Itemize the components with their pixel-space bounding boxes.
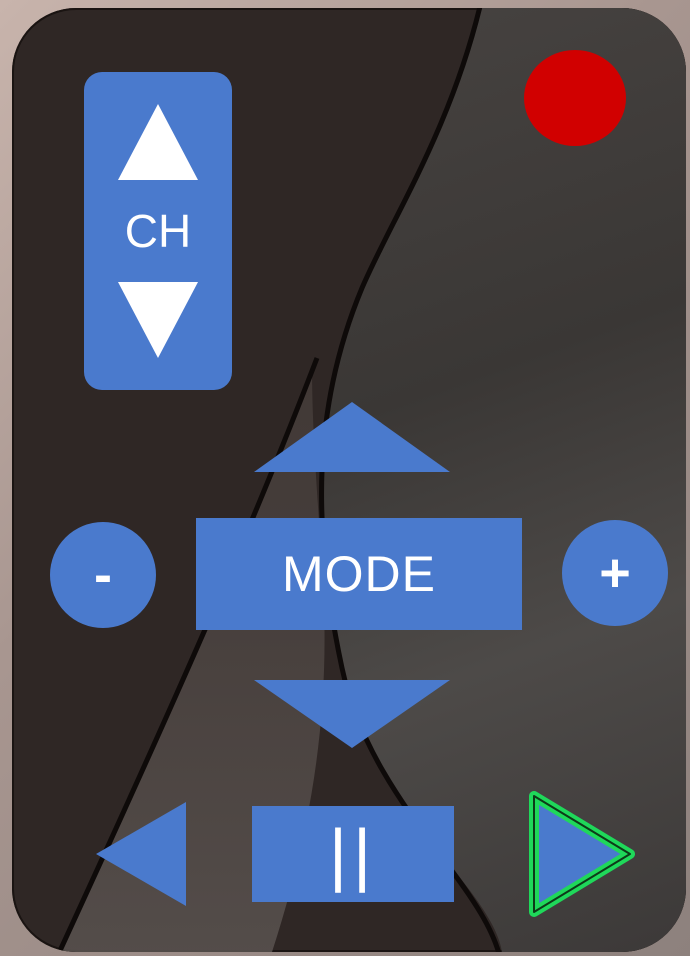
plus-button[interactable]: + [562, 520, 668, 626]
play-button[interactable] [514, 784, 644, 924]
mode-button[interactable]: MODE [196, 518, 522, 630]
remote-control: CH - MODE + || [12, 8, 686, 952]
channel-up-button[interactable] [118, 104, 198, 180]
pause-button[interactable]: || [252, 806, 454, 902]
record-button[interactable] [524, 50, 626, 146]
plus-label: + [599, 543, 631, 603]
mode-label: MODE [282, 546, 436, 602]
channel-down-button[interactable] [118, 282, 198, 358]
minus-button[interactable]: - [50, 522, 156, 628]
minus-label: - [94, 545, 112, 605]
rewind-button[interactable] [96, 802, 186, 906]
channel-control: CH [84, 72, 232, 390]
pause-label: || [328, 815, 378, 893]
channel-label: CH [124, 205, 192, 257]
mode-down-button[interactable] [254, 680, 450, 748]
screen-background: CH - MODE + || [0, 0, 690, 956]
mode-up-button[interactable] [254, 402, 450, 472]
